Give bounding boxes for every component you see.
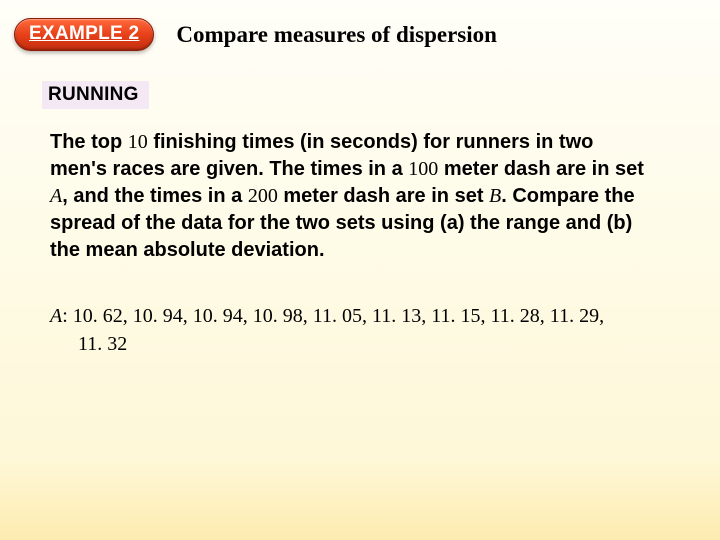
header-row: EXAMPLE 2 Compare measures of dispersion xyxy=(0,0,720,51)
page-title: Compare measures of dispersion xyxy=(176,22,497,48)
text-frag: meter dash are in set xyxy=(278,185,489,207)
problem-text: The top 10 finishing times (in seconds) … xyxy=(50,129,650,264)
text-frag: meter dash are in set xyxy=(438,158,644,180)
subheading: RUNNING xyxy=(42,81,149,109)
set-b-ref: B xyxy=(489,185,501,207)
example-badge: EXAMPLE 2 xyxy=(14,18,154,51)
number-200: 200 xyxy=(248,185,278,207)
number-10: 10 xyxy=(128,131,148,153)
dataset-label: A xyxy=(50,305,62,327)
dataset-a: A: 10. 62, 10. 94, 10. 94, 10. 98, 11. 0… xyxy=(50,302,670,358)
text-frag: , and the times in a xyxy=(62,185,248,207)
dataset-values-1: : 10. 62, 10. 94, 10. 94, 10. 98, 11. 05… xyxy=(62,305,604,327)
text-frag: The top xyxy=(50,131,128,153)
example-badge-text: EXAMPLE 2 xyxy=(29,23,139,44)
number-100: 100 xyxy=(408,158,438,180)
dataset-values-2: 11. 32 xyxy=(50,330,670,358)
set-a-ref: A xyxy=(50,185,62,207)
